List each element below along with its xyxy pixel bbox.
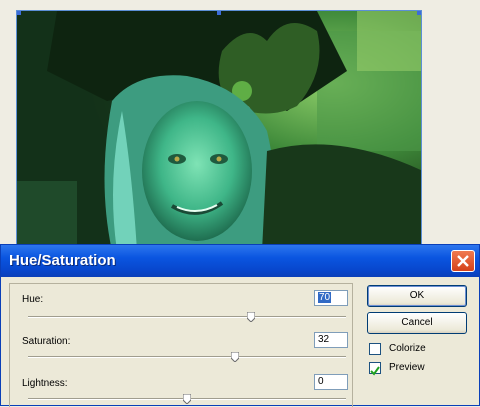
close-icon (457, 255, 469, 267)
colorize-checkbox[interactable] (369, 343, 381, 355)
saturation-input[interactable]: 32 (314, 332, 348, 348)
dialog-title-bar[interactable]: Hue/Saturation (1, 245, 479, 277)
saturation-slider-thumb[interactable] (230, 352, 239, 362)
close-button[interactable] (451, 250, 475, 272)
hue-label: Hue: (22, 294, 44, 305)
saturation-label: Saturation: (22, 336, 71, 347)
dialog-title: Hue/Saturation (9, 252, 116, 269)
lightness-label: Lightness: (22, 378, 68, 389)
colorize-label: Colorize (389, 343, 426, 354)
hue-slider-track[interactable] (28, 316, 346, 318)
cancel-button[interactable]: Cancel (367, 312, 467, 334)
adjustment-group: Hue: 70 Saturation: 32 Lightness: 0 (9, 283, 353, 407)
hue-slider-thumb[interactable] (246, 312, 255, 322)
hue-saturation-dialog: Hue/Saturation Hue: 70 Saturation: 32 Li… (0, 244, 480, 407)
saturation-slider-track[interactable] (28, 356, 346, 358)
preview-checkbox[interactable] (369, 362, 381, 376)
preview-label: Preview (389, 362, 425, 373)
hue-input[interactable]: 70 (314, 290, 348, 306)
photo-image (17, 11, 421, 249)
ok-button[interactable]: OK (367, 285, 467, 307)
lightness-slider-thumb[interactable] (183, 394, 191, 404)
image-canvas[interactable] (16, 10, 422, 250)
checkmark-icon (370, 366, 380, 376)
lightness-input[interactable]: 0 (314, 374, 348, 390)
